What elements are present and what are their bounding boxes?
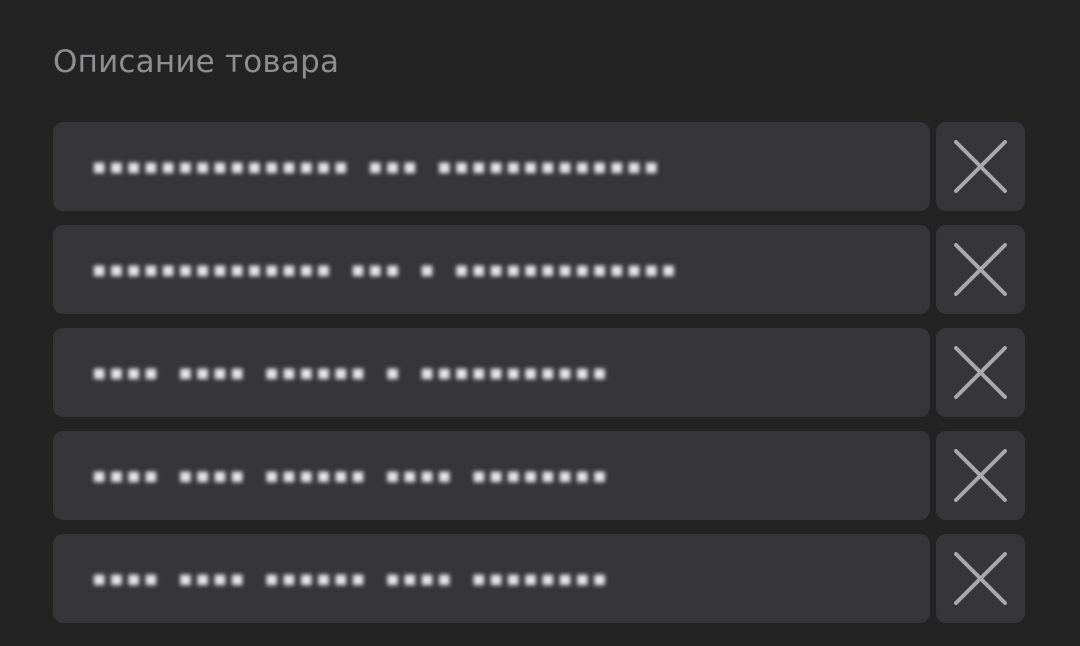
close-icon	[954, 552, 1007, 605]
description-field[interactable]: ▪︎▪︎▪︎▪︎▪︎▪︎▪︎▪︎▪︎▪︎▪︎▪︎▪︎▪︎ ▪︎▪︎▪︎ ▪︎ ▪…	[53, 225, 930, 314]
remove-item-button[interactable]	[936, 431, 1025, 520]
description-field[interactable]: ▪︎▪︎▪︎▪︎ ▪︎▪︎▪︎▪︎ ▪︎▪︎▪︎▪︎▪︎▪︎ ▪︎▪︎▪︎▪︎ …	[53, 534, 930, 623]
close-icon	[954, 449, 1007, 502]
description-row: ▪︎▪︎▪︎▪︎▪︎▪︎▪︎▪︎▪︎▪︎▪︎▪︎▪︎▪︎ ▪︎▪︎▪︎ ▪︎ ▪…	[53, 225, 1025, 314]
description-field-value: ▪︎▪︎▪︎▪︎▪︎▪︎▪︎▪︎▪︎▪︎▪︎▪︎▪︎▪︎▪︎ ▪︎▪︎▪︎ ▪︎…	[91, 151, 661, 182]
remove-item-button[interactable]	[936, 328, 1025, 417]
remove-item-button[interactable]	[936, 122, 1025, 211]
remove-item-button[interactable]	[936, 534, 1025, 623]
description-row: ▪︎▪︎▪︎▪︎ ▪︎▪︎▪︎▪︎ ▪︎▪︎▪︎▪︎▪︎▪︎ ▪︎▪︎▪︎▪︎ …	[53, 534, 1025, 623]
description-field-value: ▪︎▪︎▪︎▪︎▪︎▪︎▪︎▪︎▪︎▪︎▪︎▪︎▪︎▪︎ ▪︎▪︎▪︎ ▪︎ ▪…	[91, 254, 678, 285]
description-row: ▪︎▪︎▪︎▪︎▪︎▪︎▪︎▪︎▪︎▪︎▪︎▪︎▪︎▪︎▪︎ ▪︎▪︎▪︎ ▪︎…	[53, 122, 1025, 211]
description-field[interactable]: ▪︎▪︎▪︎▪︎▪︎▪︎▪︎▪︎▪︎▪︎▪︎▪︎▪︎▪︎▪︎ ▪︎▪︎▪︎ ▪︎…	[53, 122, 930, 211]
description-list: ▪︎▪︎▪︎▪︎▪︎▪︎▪︎▪︎▪︎▪︎▪︎▪︎▪︎▪︎▪︎ ▪︎▪︎▪︎ ▪︎…	[53, 122, 1025, 623]
description-row: ▪︎▪︎▪︎▪︎ ▪︎▪︎▪︎▪︎ ▪︎▪︎▪︎▪︎▪︎▪︎ ▪︎▪︎▪︎▪︎ …	[53, 431, 1025, 520]
close-icon	[954, 346, 1007, 399]
description-field-value: ▪︎▪︎▪︎▪︎ ▪︎▪︎▪︎▪︎ ▪︎▪︎▪︎▪︎▪︎▪︎ ▪︎▪︎▪︎▪︎ …	[91, 563, 609, 594]
description-field[interactable]: ▪︎▪︎▪︎▪︎ ▪︎▪︎▪︎▪︎ ▪︎▪︎▪︎▪︎▪︎▪︎ ▪︎ ▪︎▪︎▪︎…	[53, 328, 930, 417]
remove-item-button[interactable]	[936, 225, 1025, 314]
description-field-value: ▪︎▪︎▪︎▪︎ ▪︎▪︎▪︎▪︎ ▪︎▪︎▪︎▪︎▪︎▪︎ ▪︎▪︎▪︎▪︎ …	[91, 460, 609, 491]
description-field[interactable]: ▪︎▪︎▪︎▪︎ ▪︎▪︎▪︎▪︎ ▪︎▪︎▪︎▪︎▪︎▪︎ ▪︎▪︎▪︎▪︎ …	[53, 431, 930, 520]
description-field-value: ▪︎▪︎▪︎▪︎ ▪︎▪︎▪︎▪︎ ▪︎▪︎▪︎▪︎▪︎▪︎ ▪︎ ▪︎▪︎▪︎…	[91, 357, 609, 388]
description-row: ▪︎▪︎▪︎▪︎ ▪︎▪︎▪︎▪︎ ▪︎▪︎▪︎▪︎▪︎▪︎ ▪︎ ▪︎▪︎▪︎…	[53, 328, 1025, 417]
section-title: Описание товара	[53, 44, 340, 80]
close-icon	[954, 243, 1007, 296]
close-icon	[954, 140, 1007, 193]
